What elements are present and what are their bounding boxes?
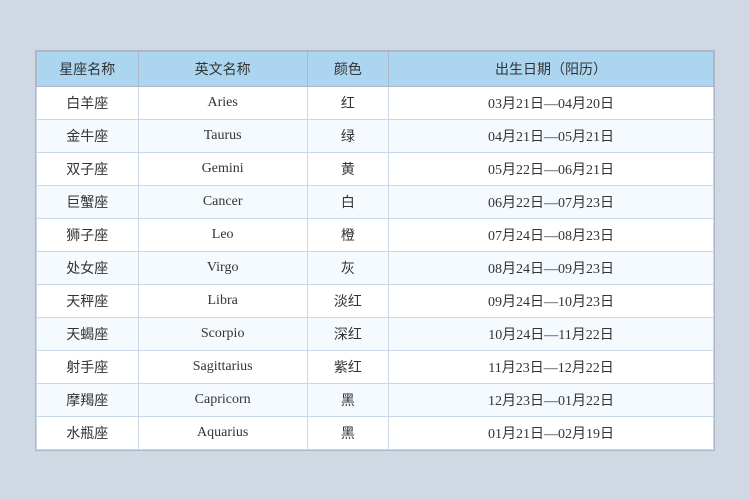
cell-cn: 处女座 [37,251,139,284]
cell-date: 10月24日—11月22日 [389,317,714,350]
table-row: 白羊座Aries红03月21日—04月20日 [37,86,714,119]
cell-date: 05月22日—06月21日 [389,152,714,185]
cell-date: 09月24日—10月23日 [389,284,714,317]
cell-color: 绿 [307,119,388,152]
cell-color: 橙 [307,218,388,251]
table-row: 天秤座Libra淡红09月24日—10月23日 [37,284,714,317]
cell-cn: 射手座 [37,350,139,383]
cell-cn: 摩羯座 [37,383,139,416]
cell-color: 黑 [307,383,388,416]
cell-cn: 金牛座 [37,119,139,152]
cell-en: Capricorn [138,383,307,416]
table-row: 水瓶座Aquarius黑01月21日—02月19日 [37,416,714,449]
cell-cn: 白羊座 [37,86,139,119]
table-row: 处女座Virgo灰08月24日—09月23日 [37,251,714,284]
cell-en: Virgo [138,251,307,284]
table-row: 狮子座Leo橙07月24日—08月23日 [37,218,714,251]
cell-en: Gemini [138,152,307,185]
cell-date: 08月24日—09月23日 [389,251,714,284]
table-row: 天蝎座Scorpio深红10月24日—11月22日 [37,317,714,350]
cell-date: 06月22日—07月23日 [389,185,714,218]
cell-color: 淡红 [307,284,388,317]
cell-en: Cancer [138,185,307,218]
table-row: 双子座Gemini黄05月22日—06月21日 [37,152,714,185]
cell-color: 黑 [307,416,388,449]
cell-cn: 水瓶座 [37,416,139,449]
cell-color: 灰 [307,251,388,284]
cell-en: Leo [138,218,307,251]
cell-cn: 天秤座 [37,284,139,317]
cell-date: 01月21日—02月19日 [389,416,714,449]
header-cn: 星座名称 [37,51,139,86]
zodiac-table: 星座名称 英文名称 颜色 出生日期（阳历） 白羊座Aries红03月21日—04… [36,51,714,450]
table-row: 射手座Sagittarius紫红11月23日—12月22日 [37,350,714,383]
cell-color: 深红 [307,317,388,350]
table-body: 白羊座Aries红03月21日—04月20日金牛座Taurus绿04月21日—0… [37,86,714,449]
cell-cn: 巨蟹座 [37,185,139,218]
cell-color: 紫红 [307,350,388,383]
table-row: 巨蟹座Cancer白06月22日—07月23日 [37,185,714,218]
header-color: 颜色 [307,51,388,86]
cell-date: 12月23日—01月22日 [389,383,714,416]
header-date: 出生日期（阳历） [389,51,714,86]
header-en: 英文名称 [138,51,307,86]
cell-date: 04月21日—05月21日 [389,119,714,152]
cell-date: 11月23日—12月22日 [389,350,714,383]
cell-en: Aries [138,86,307,119]
cell-color: 白 [307,185,388,218]
table-row: 金牛座Taurus绿04月21日—05月21日 [37,119,714,152]
table-row: 摩羯座Capricorn黑12月23日—01月22日 [37,383,714,416]
cell-en: Sagittarius [138,350,307,383]
cell-cn: 狮子座 [37,218,139,251]
cell-cn: 双子座 [37,152,139,185]
table-header-row: 星座名称 英文名称 颜色 出生日期（阳历） [37,51,714,86]
cell-date: 07月24日—08月23日 [389,218,714,251]
cell-cn: 天蝎座 [37,317,139,350]
cell-en: Libra [138,284,307,317]
cell-en: Taurus [138,119,307,152]
zodiac-table-container: 星座名称 英文名称 颜色 出生日期（阳历） 白羊座Aries红03月21日—04… [35,50,715,451]
cell-color: 黄 [307,152,388,185]
cell-en: Aquarius [138,416,307,449]
cell-date: 03月21日—04月20日 [389,86,714,119]
cell-color: 红 [307,86,388,119]
cell-en: Scorpio [138,317,307,350]
